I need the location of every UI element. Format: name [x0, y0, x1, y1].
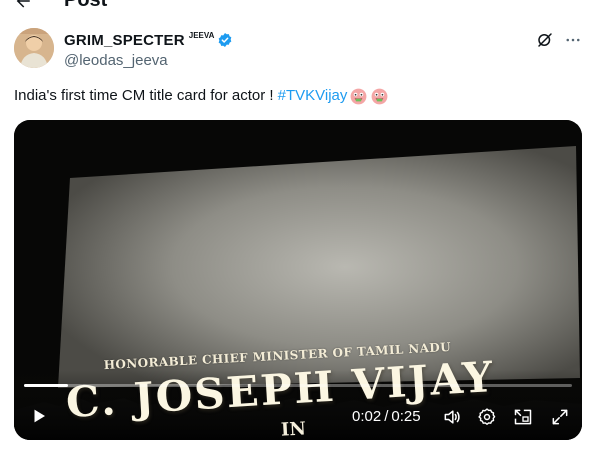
settings-icon[interactable]: [477, 407, 497, 427]
tweet-body: India's first time CM title card for act…: [14, 87, 274, 104]
page-title: Post: [64, 0, 108, 11]
author-handle[interactable]: @leodas_jeeva: [64, 52, 168, 69]
volume-icon[interactable]: [442, 407, 462, 427]
top-bar: Post: [0, 0, 600, 14]
video-progress-fill: [24, 384, 68, 387]
author-name-tag: JEEVA: [188, 30, 215, 40]
money-mouth-face-icon: [350, 88, 367, 104]
title-card-in: IN: [280, 418, 307, 440]
money-mouth-face-icon: [371, 88, 388, 104]
avatar-image: [14, 28, 54, 68]
duration: 0:25: [391, 407, 421, 425]
author-display-name[interactable]: GRIM_SPECTER: [64, 32, 185, 49]
hashtag-link[interactable]: #TVKVijay: [278, 86, 348, 106]
tweet-text: India's first time CM title card for act…: [14, 86, 389, 106]
video-time: 0:02 / 0:25: [352, 407, 421, 425]
verified-badge-icon: [219, 33, 232, 47]
grok-icon[interactable]: [536, 31, 554, 49]
video-progress-bar[interactable]: [24, 384, 572, 387]
video-player[interactable]: Honorable Chief Minister of Tamil Nadu C…: [14, 120, 582, 440]
back-arrow-icon[interactable]: [14, 0, 32, 10]
more-icon[interactable]: [564, 31, 582, 49]
fullscreen-icon[interactable]: [550, 407, 570, 427]
time-separator: /: [384, 407, 389, 425]
avatar[interactable]: [14, 28, 54, 68]
author-name-line[interactable]: GRIM_SPECTER JEEVA: [64, 30, 233, 50]
play-icon[interactable]: [30, 407, 48, 425]
picture-in-picture-icon[interactable]: [513, 407, 533, 427]
current-time: 0:02: [352, 407, 382, 425]
